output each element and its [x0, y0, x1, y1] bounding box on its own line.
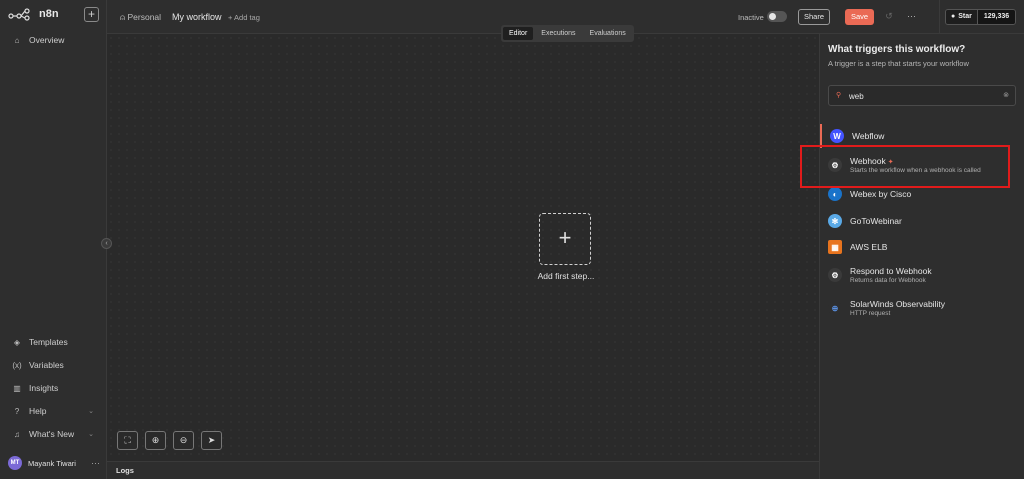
- help-icon: ?: [14, 406, 20, 416]
- logo[interactable]: n8n: [8, 7, 59, 21]
- zoom-out-button[interactable]: ⊖: [173, 431, 194, 450]
- add-tag-button[interactable]: + Add tag: [228, 13, 260, 22]
- tab-evaluations[interactable]: Evaluations: [584, 27, 632, 40]
- save-button[interactable]: Save: [845, 9, 874, 25]
- node-name: Webex by Cisco: [850, 189, 912, 199]
- node-name: Webflow: [852, 131, 885, 141]
- search-value: web: [849, 92, 864, 101]
- plus-icon: +: [558, 225, 572, 250]
- panel-title: What triggers this workflow?: [828, 44, 966, 55]
- zoom-in-button[interactable]: ⊕: [145, 431, 166, 450]
- webex-icon: ◐: [828, 187, 842, 201]
- sidebar-item-help[interactable]: ? Help ⌄: [12, 406, 94, 416]
- more-options-icon[interactable]: ···: [907, 11, 916, 21]
- sidebar: n8n + ⌂ Overview ◈ Templates (x) Variabl…: [0, 0, 107, 479]
- tab-editor[interactable]: Editor: [503, 27, 534, 40]
- github-star-label: Star: [958, 13, 972, 20]
- node-search-input[interactable]: ⚲ web ⊗: [828, 85, 1016, 106]
- tab-executions[interactable]: Executions: [535, 27, 581, 40]
- node-item-solarwinds[interactable]: ⊕ SolarWinds Observability HTTP request: [820, 296, 1024, 320]
- node-description: HTTP request: [850, 310, 891, 317]
- workflow-canvas[interactable]: Editor Executions Evaluations + Add firs…: [107, 25, 819, 461]
- create-button[interactable]: +: [84, 7, 99, 22]
- github-star-count: 129,336: [976, 10, 1016, 24]
- workflow-title[interactable]: My workflow: [172, 12, 222, 22]
- n8n-logo-icon: [8, 8, 30, 21]
- view-tabs: Editor Executions Evaluations: [501, 25, 634, 42]
- sidebar-item-templates[interactable]: ◈ Templates: [12, 337, 94, 347]
- node-name: Respond to Webhook: [850, 266, 932, 276]
- clear-icon[interactable]: ⊗: [1003, 91, 1009, 99]
- node-name: AWS ELB: [850, 242, 888, 252]
- github-star-button[interactable]: ● Star 129,336: [945, 9, 1017, 25]
- avatar: MT: [8, 456, 22, 470]
- trigger-panel: What triggers this workflow? A trigger i…: [819, 34, 1024, 479]
- sidebar-item-label: Help: [29, 406, 47, 416]
- highlight-annotation: [800, 145, 1010, 188]
- sidebar-item-label: What's New: [29, 429, 75, 439]
- sidebar-item-insights[interactable]: ▥ Insights: [12, 383, 94, 393]
- add-first-step-label: Add first step...: [537, 271, 595, 281]
- collapse-sidebar-button[interactable]: ‹: [101, 238, 112, 249]
- github-icon: ●: [951, 13, 956, 20]
- add-first-step-button[interactable]: +: [539, 213, 591, 265]
- templates-icon: ◈: [13, 337, 21, 347]
- share-button[interactable]: Share: [798, 9, 830, 25]
- sidebar-item-label: Overview: [29, 35, 65, 45]
- user-name: Mayank Tiwari: [28, 458, 76, 468]
- node-item-aws-elb[interactable]: ▦ AWS ELB: [820, 235, 1024, 259]
- history-icon[interactable]: ↺: [883, 11, 895, 23]
- bell-icon: ♫: [14, 429, 20, 439]
- active-status-label: Inactive: [738, 13, 764, 22]
- logo-text: n8n: [39, 8, 59, 20]
- active-toggle[interactable]: [767, 11, 787, 22]
- insights-icon: ▥: [13, 383, 21, 393]
- canvas-controls: ⛶ ⊕ ⊖ ➤: [117, 431, 222, 450]
- sidebar-item-whats-new[interactable]: ♫ What's New ⌄: [12, 429, 94, 439]
- more-icon[interactable]: ···: [91, 458, 100, 468]
- aws-elb-icon: ▦: [828, 240, 842, 254]
- node-description: Returns data for Webhook: [850, 277, 926, 284]
- sidebar-item-label: Insights: [29, 383, 59, 393]
- sidebar-item-variables[interactable]: (x) Variables: [12, 360, 94, 370]
- sidebar-item-label: Variables: [29, 360, 64, 370]
- webflow-icon: W: [830, 129, 844, 143]
- node-item-respond-to-webhook[interactable]: ⚙ Respond to Webhook Returns data for We…: [820, 263, 1024, 287]
- webhook-icon: ⚙: [828, 268, 842, 282]
- search-icon: ⚲: [836, 92, 842, 99]
- fit-view-button[interactable]: ⛶: [117, 431, 138, 450]
- home-icon: ⌂: [14, 35, 20, 45]
- sidebar-item-label: Templates: [29, 337, 68, 347]
- user-icon: ⍝: [120, 12, 126, 22]
- n8n-app: n8n + ⌂ Overview ◈ Templates (x) Variabl…: [0, 0, 1024, 479]
- breadcrumb-project[interactable]: ⍝ Personal: [120, 12, 161, 23]
- node-item-gotowebinar[interactable]: ✻ GoToWebinar: [820, 209, 1024, 233]
- chevron-down-icon: ⌄: [88, 408, 94, 415]
- pointer-mode-button[interactable]: ➤: [201, 431, 222, 450]
- node-name: SolarWinds Observability: [850, 299, 945, 309]
- panel-subtitle: A trigger is a step that starts your wor…: [828, 59, 969, 68]
- node-name: GoToWebinar: [850, 216, 902, 226]
- logs-bar[interactable]: Logs: [107, 461, 819, 479]
- variables-icon: (x): [12, 360, 22, 370]
- chevron-down-icon: ⌄: [88, 431, 94, 438]
- divider: [939, 0, 940, 34]
- gotowebinar-icon: ✻: [828, 214, 842, 228]
- sidebar-item-overview[interactable]: ⌂ Overview: [12, 35, 94, 45]
- globe-icon: ⊕: [828, 301, 842, 315]
- user-menu[interactable]: MT Mayank Tiwari ···: [8, 456, 100, 470]
- logs-label: Logs: [116, 466, 134, 475]
